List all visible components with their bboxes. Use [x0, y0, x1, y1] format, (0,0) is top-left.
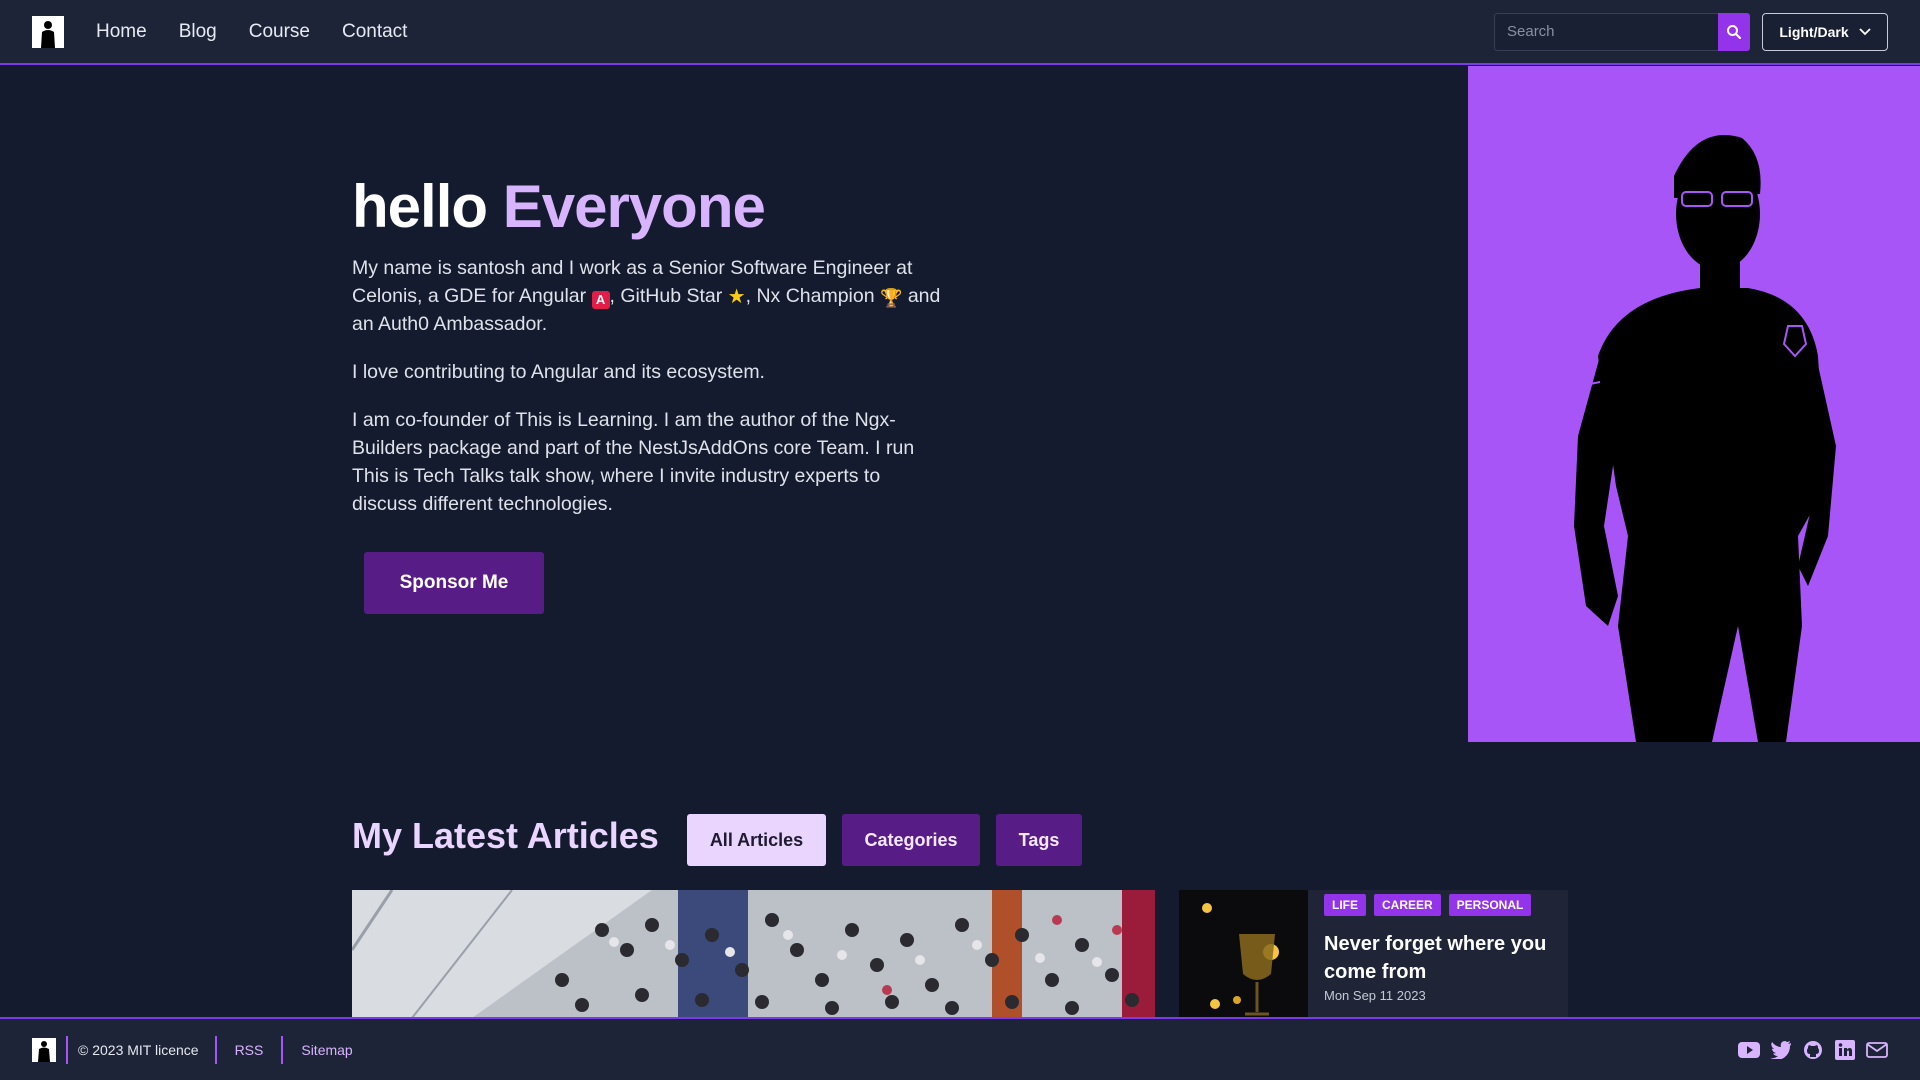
social-links — [1738, 1039, 1888, 1061]
footer-logo[interactable] — [32, 1037, 56, 1062]
author-portrait — [1468, 66, 1920, 742]
tab-categories[interactable]: Categories — [842, 814, 980, 866]
sitemap-link[interactable]: Sitemap — [301, 1042, 352, 1058]
search-box — [1494, 12, 1750, 51]
site-footer: © 2023 MIT licence RSS Sitemap — [0, 1017, 1920, 1080]
linkedin-icon[interactable] — [1834, 1039, 1856, 1061]
article-thumbnail — [1179, 890, 1308, 1018]
conference-crowd-image — [352, 890, 1155, 1018]
footer-divider — [214, 1035, 217, 1064]
article-date: Mon Sep 11 2023 — [1324, 988, 1426, 1003]
footer-divider — [66, 1035, 68, 1064]
site-logo[interactable] — [32, 15, 64, 48]
trophy-icon: 🏆 — [880, 288, 903, 308]
tag-personal[interactable]: PERSONAL — [1448, 894, 1532, 916]
author-silhouette-image — [1574, 135, 1836, 742]
nav-course-link[interactable]: Course — [249, 21, 310, 43]
article-title[interactable]: Never forget where you come from — [1324, 930, 1564, 986]
main-nav: Home Blog Course Contact — [96, 21, 407, 43]
mail-icon[interactable] — [1866, 1039, 1888, 1061]
theme-toggle-button[interactable]: Light/Dark — [1762, 12, 1888, 51]
search-icon — [1727, 24, 1742, 39]
intro-paragraph-2: I love contributing to Angular and its e… — [352, 361, 765, 383]
chevron-down-icon — [1858, 27, 1871, 35]
tag-life[interactable]: LIFE — [1324, 894, 1366, 916]
intro-paragraph-1: My name is santosh and I work as a Senio… — [352, 254, 942, 338]
nav-blog-link[interactable]: Blog — [179, 21, 217, 43]
person-silhouette-icon — [41, 20, 55, 48]
copyright-text: © 2023 MIT licence — [78, 1041, 199, 1058]
search-input[interactable] — [1494, 12, 1718, 51]
twitter-icon[interactable] — [1770, 1039, 1792, 1061]
hero-intro: My name is santosh and I work as a Senio… — [352, 254, 942, 538]
hero-title: hello Everyone — [352, 172, 766, 241]
sponsor-button[interactable]: Sponsor Me — [364, 552, 544, 614]
footer-divider — [281, 1035, 284, 1064]
intro-text: , Nx Champion — [745, 285, 880, 307]
articles-heading: My Latest Articles — [352, 815, 659, 856]
github-icon[interactable] — [1802, 1039, 1824, 1061]
nav-contact-link[interactable]: Contact — [342, 21, 407, 43]
intro-text: , GitHub Star — [609, 285, 728, 307]
article-tags: LIFE CAREER PERSONAL — [1324, 894, 1564, 916]
youtube-icon[interactable] — [1738, 1039, 1760, 1061]
star-icon: ★ — [727, 286, 746, 308]
article-body: LIFE CAREER PERSONAL Never forget where … — [1308, 890, 1568, 1018]
nav-home-link[interactable]: Home — [96, 21, 147, 43]
header-actions: Light/Dark — [1494, 12, 1888, 51]
champagne-glass-image — [1179, 890, 1308, 1018]
person-silhouette-icon — [38, 1040, 50, 1062]
hero-title-plain: hello — [352, 173, 488, 240]
tab-all-articles[interactable]: All Articles — [687, 814, 826, 866]
angular-icon: A — [591, 291, 610, 309]
site-header: Home Blog Course Contact Light/Dark — [0, 0, 1920, 65]
article-card[interactable]: LIFE CAREER PERSONAL Never forget where … — [1179, 890, 1568, 1018]
search-button[interactable] — [1718, 12, 1750, 51]
tag-career[interactable]: CAREER — [1374, 894, 1441, 916]
hero-title-accent: Everyone — [502, 173, 766, 240]
featured-article-card[interactable] — [352, 890, 1155, 1018]
tab-tags[interactable]: Tags — [996, 814, 1082, 866]
rss-link[interactable]: RSS — [235, 1042, 264, 1058]
intro-paragraph-3: I am co-founder of This is Learning. I a… — [352, 409, 915, 515]
theme-toggle-label: Light/Dark — [1779, 23, 1849, 40]
